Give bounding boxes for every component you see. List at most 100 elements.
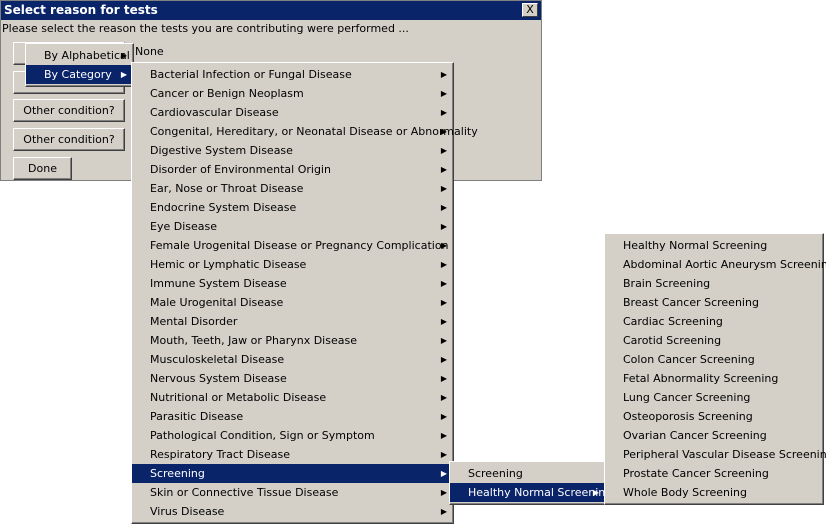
menu-item-bacterial-infection-or-fungal-disease[interactable]: Bacterial Infection or Fungal Disease ▶	[132, 65, 453, 84]
healthy-normal-screening-submenu: Healthy Normal Screening Abdominal Aortic…	[604, 233, 826, 505]
other-condition-button-1[interactable]: Other condition?	[13, 99, 125, 122]
menu-item-nutritional-or-metabolic-disease[interactable]: Nutritional or Metabolic Disease ▶	[132, 388, 453, 407]
menu-item-colon-cancer-screening[interactable]: Colon Cancer Screening	[605, 350, 823, 369]
menu-item-male-urogenital-disease[interactable]: Male Urogenital Disease ▶	[132, 293, 453, 312]
close-icon: X	[526, 3, 534, 16]
menu-item-pathological-condition-sign-or-symptom[interactable]: Pathological Condition, Sign or Symptom ▶	[132, 426, 453, 445]
title-bar[interactable]: Select reason for tests X	[1, 1, 541, 20]
menu-item-label: Ear, Nose or Throat Disease	[150, 182, 304, 195]
menu-item-immune-system-disease[interactable]: Immune System Disease ▶	[132, 274, 453, 293]
chevron-right-icon: ▶	[440, 222, 447, 231]
menu-item-label: Whole Body Screening	[623, 486, 747, 499]
chevron-right-icon: ▶	[440, 89, 447, 98]
menu-item-ovarian-cancer-screening[interactable]: Ovarian Cancer Screening	[605, 426, 823, 445]
menu-item-label: Congenital, Hereditary, or Neonatal Dise…	[150, 125, 478, 138]
menu-item-label: Cancer or Benign Neoplasm	[150, 87, 304, 100]
menu-item-label: By Alphabetical	[44, 49, 130, 62]
menu-item-congenital-hereditary-or-neonatal-disease-or-abnormality[interactable]: Congenital, Hereditary, or Neonatal Dise…	[132, 122, 478, 141]
menu-item-label: Prostate Cancer Screening	[623, 467, 769, 480]
menu-item-healthy-normal-screening[interactable]: Healthy Normal Screening ▶	[450, 483, 612, 502]
menu-item-label: Digestive System Disease	[150, 144, 293, 157]
menu-item-label: Endocrine System Disease	[150, 201, 297, 214]
menu-item-parasitic-disease[interactable]: Parasitic Disease ▶	[132, 407, 453, 426]
close-button[interactable]: X	[522, 3, 538, 17]
menu-item-breast-cancer-screening[interactable]: Breast Cancer Screening	[605, 293, 823, 312]
menu-item-label: Bacterial Infection or Fungal Disease	[150, 68, 352, 81]
menu-item-hemic-or-lymphatic-disease[interactable]: Hemic or Lymphatic Disease ▶	[132, 255, 453, 274]
condition-value: None	[135, 45, 164, 58]
menu-item-healthy-normal-screening[interactable]: Healthy Normal Screening	[605, 236, 823, 255]
menu-item-label: Pathological Condition, Sign or Symptom	[150, 429, 375, 442]
menu-item-label: Mouth, Teeth, Jaw or Pharynx Disease	[150, 334, 357, 347]
menu-item-nervous-system-disease[interactable]: Nervous System Disease ▶	[132, 369, 453, 388]
menu-item-label: Healthy Normal Screening	[623, 239, 768, 252]
chevron-right-icon: ▶	[120, 70, 127, 79]
menu-item-label: Abdominal Aortic Aneurysm Screening	[623, 258, 826, 271]
menu-item-digestive-system-disease[interactable]: Digestive System Disease ▶	[132, 141, 453, 160]
chevron-right-icon: ▶	[592, 488, 599, 497]
menu-item-label: Brain Screening	[623, 277, 711, 290]
menu-item-female-urogenital-disease-or-pregnancy-complication[interactable]: Female Urogenital Disease or Pregnancy C…	[132, 236, 453, 255]
menu-item-label: Immune System Disease	[150, 277, 287, 290]
chevron-right-icon: ▶	[440, 165, 447, 174]
menu-item-label: Musculoskeletal Disease	[150, 353, 285, 366]
menu-item-respiratory-tract-disease[interactable]: Respiratory Tract Disease ▶	[132, 445, 453, 464]
menu-item-musculoskeletal-disease[interactable]: Musculoskeletal Disease ▶	[132, 350, 453, 369]
menu-item-prostate-cancer-screening[interactable]: Prostate Cancer Screening	[605, 464, 823, 483]
chevron-right-icon: ▶	[440, 260, 447, 269]
prompt-text: Please select the reason the tests you a…	[2, 22, 409, 35]
chevron-right-icon: ▶	[440, 241, 447, 250]
menu-item-cardiac-screening[interactable]: Cardiac Screening	[605, 312, 823, 331]
menu-item-abdominal-aortic-aneurysm-screening[interactable]: Abdominal Aortic Aneurysm Screening	[605, 255, 826, 274]
menu-item-label: Nutritional or Metabolic Disease	[150, 391, 327, 404]
chevron-right-icon: ▶	[440, 336, 447, 345]
done-button[interactable]: Done	[13, 157, 72, 180]
menu-item-disorder-of-environmental-origin[interactable]: Disorder of Environmental Origin ▶	[132, 160, 453, 179]
chevron-right-icon: ▶	[440, 355, 447, 364]
menu-item-lung-cancer-screening[interactable]: Lung Cancer Screening	[605, 388, 823, 407]
menu-item-label: Female Urogenital Disease or Pregnancy C…	[150, 239, 449, 252]
menu-item-eye-disease[interactable]: Eye Disease ▶	[132, 217, 453, 236]
chevron-right-icon: ▶	[440, 450, 447, 459]
menu-item-label: Osteoporosis Screening	[623, 410, 753, 423]
menu-item-cancer-or-benign-neoplasm[interactable]: Cancer or Benign Neoplasm ▶	[132, 84, 453, 103]
menu-item-label: Cardiovascular Disease	[150, 106, 279, 119]
dialog-title: Select reason for tests	[4, 3, 158, 17]
chevron-right-icon: ▶	[120, 51, 127, 60]
menu-item-skin-or-connective-tissue-disease[interactable]: Skin or Connective Tissue Disease ▶	[132, 483, 453, 502]
menu-item-label: Skin or Connective Tissue Disease	[150, 486, 339, 499]
menu-item-screening[interactable]: Screening	[450, 464, 605, 483]
chevron-right-icon: ▶	[440, 469, 447, 478]
menu-item-label: Respiratory Tract Disease	[150, 448, 291, 461]
menu-item-ear-nose-or-throat-disease[interactable]: Ear, Nose or Throat Disease ▶	[132, 179, 453, 198]
sort-mode-menu: By Alphabetical ▶ By Category ▶	[25, 43, 134, 87]
menu-item-label: Disorder of Environmental Origin	[150, 163, 331, 176]
menu-item-label: Parasitic Disease	[150, 410, 244, 423]
menu-item-label: Male Urogenital Disease	[150, 296, 284, 309]
menu-item-label: Virus Disease	[150, 505, 225, 518]
menu-item-cardiovascular-disease[interactable]: Cardiovascular Disease ▶	[132, 103, 453, 122]
chevron-right-icon: ▶	[440, 108, 447, 117]
menu-item-label: Screening	[468, 467, 523, 480]
menu-item-whole-body-screening[interactable]: Whole Body Screening	[605, 483, 823, 502]
menu-item-brain-screening[interactable]: Brain Screening	[605, 274, 823, 293]
menu-item-label: Eye Disease	[150, 220, 217, 233]
menu-item-label: Healthy Normal Screening	[468, 486, 613, 499]
menu-item-label: Nervous System Disease	[150, 372, 287, 385]
menu-item-by-category[interactable]: By Category ▶	[26, 65, 133, 84]
menu-item-mental-disorder[interactable]: Mental Disorder ▶	[132, 312, 453, 331]
menu-item-peripheral-vascular-disease-screening[interactable]: Peripheral Vascular Disease Screening	[605, 445, 826, 464]
menu-item-virus-disease[interactable]: Virus Disease ▶	[132, 502, 453, 521]
chevron-right-icon: ▶	[440, 488, 447, 497]
menu-item-fetal-abnormality-screening[interactable]: Fetal Abnormality Screening	[605, 369, 823, 388]
chevron-right-icon: ▶	[440, 127, 447, 136]
menu-item-carotid-screening[interactable]: Carotid Screening	[605, 331, 823, 350]
menu-item-osteoporosis-screening[interactable]: Osteoporosis Screening	[605, 407, 823, 426]
menu-item-by-alphabetical[interactable]: By Alphabetical ▶	[26, 46, 133, 65]
other-condition-button-2[interactable]: Other condition?	[13, 128, 125, 151]
chevron-right-icon: ▶	[440, 507, 447, 516]
menu-item-endocrine-system-disease[interactable]: Endocrine System Disease ▶	[132, 198, 453, 217]
menu-item-screening[interactable]: Screening ▶	[132, 464, 453, 483]
menu-item-mouth-teeth-jaw-or-pharynx-disease[interactable]: Mouth, Teeth, Jaw or Pharynx Disease ▶	[132, 331, 453, 350]
chevron-right-icon: ▶	[440, 317, 447, 326]
